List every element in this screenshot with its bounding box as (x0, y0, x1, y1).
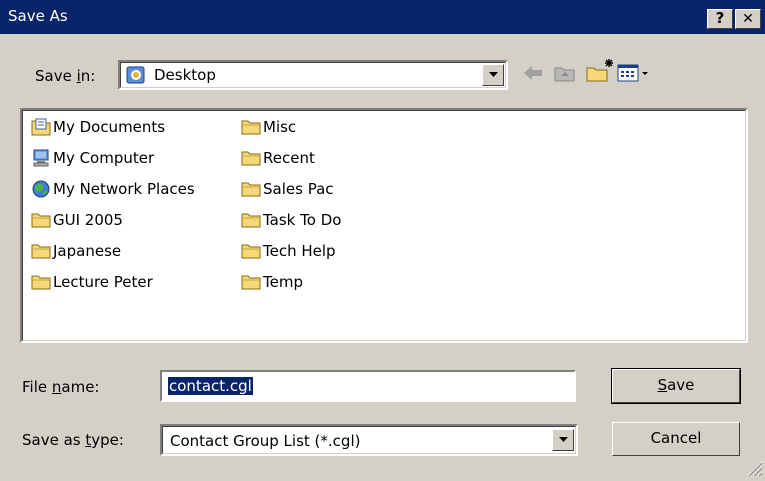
file-name-input[interactable]: contact.cgl (160, 370, 576, 402)
folder-icon (241, 211, 261, 229)
help-icon: ? (715, 9, 725, 27)
my-documents-icon (31, 118, 51, 136)
save-in-label: Save in: (35, 67, 96, 85)
save-in-dropdown-button[interactable] (482, 64, 504, 86)
file-name-value: contact.cgl (168, 377, 253, 395)
network-places-icon (31, 180, 51, 198)
folder-icon (31, 211, 51, 229)
back-arrow-icon[interactable] (522, 63, 544, 87)
resize-grip-icon[interactable] (745, 459, 763, 481)
chevron-down-icon (559, 437, 568, 442)
title-bar[interactable]: Save As ? ✕ (0, 0, 765, 34)
folder-icon (241, 242, 261, 260)
folder-icon (241, 180, 261, 198)
view-menu-icon[interactable] (617, 63, 651, 87)
folder-icon (31, 242, 51, 260)
list-item[interactable]: Temp (241, 270, 303, 294)
save-as-type-value: Contact Group List (*.cgl) (170, 432, 361, 450)
close-button[interactable]: ✕ (735, 9, 761, 29)
save-as-dialog: Save As ? ✕ Save in: Desktop My Document… (0, 0, 765, 479)
list-item[interactable]: My Network Places (31, 177, 195, 201)
list-item[interactable]: Lecture Peter (31, 270, 153, 294)
save-button[interactable]: Save (611, 368, 741, 404)
list-item[interactable]: Recent (241, 146, 315, 170)
folder-icon (31, 273, 51, 291)
save-in-dropdown[interactable]: Desktop (118, 60, 508, 90)
list-item[interactable]: GUI 2005 (31, 208, 123, 232)
save-in-value: Desktop (154, 66, 216, 84)
cancel-button[interactable]: Cancel (612, 422, 740, 456)
new-folder-icon[interactable] (585, 58, 615, 87)
list-item[interactable]: Tech Help (241, 239, 336, 263)
file-name-label: File name: (22, 378, 100, 396)
file-list[interactable]: My Documents My Computer My Network Plac… (20, 108, 748, 343)
list-item[interactable]: Misc (241, 115, 296, 139)
up-one-level-icon[interactable] (553, 63, 577, 87)
help-button[interactable]: ? (707, 9, 733, 29)
save-as-type-dropdown[interactable]: Contact Group List (*.cgl) (160, 424, 578, 456)
desktop-icon (126, 65, 146, 89)
list-item[interactable]: Japanese (31, 239, 121, 263)
list-item[interactable]: Task To Do (241, 208, 341, 232)
chevron-down-icon (489, 72, 498, 77)
save-as-type-dropdown-button[interactable] (552, 429, 574, 451)
save-as-type-label: Save as type: (22, 431, 124, 449)
close-icon: ✕ (742, 11, 754, 27)
list-item[interactable]: My Documents (31, 115, 165, 139)
my-computer-icon (31, 149, 51, 167)
folder-icon (241, 149, 261, 167)
folder-icon (241, 118, 261, 136)
window-title: Save As (8, 7, 68, 25)
list-item[interactable]: Sales Pac (241, 177, 334, 201)
list-item[interactable]: My Computer (31, 146, 154, 170)
folder-icon (241, 273, 261, 291)
